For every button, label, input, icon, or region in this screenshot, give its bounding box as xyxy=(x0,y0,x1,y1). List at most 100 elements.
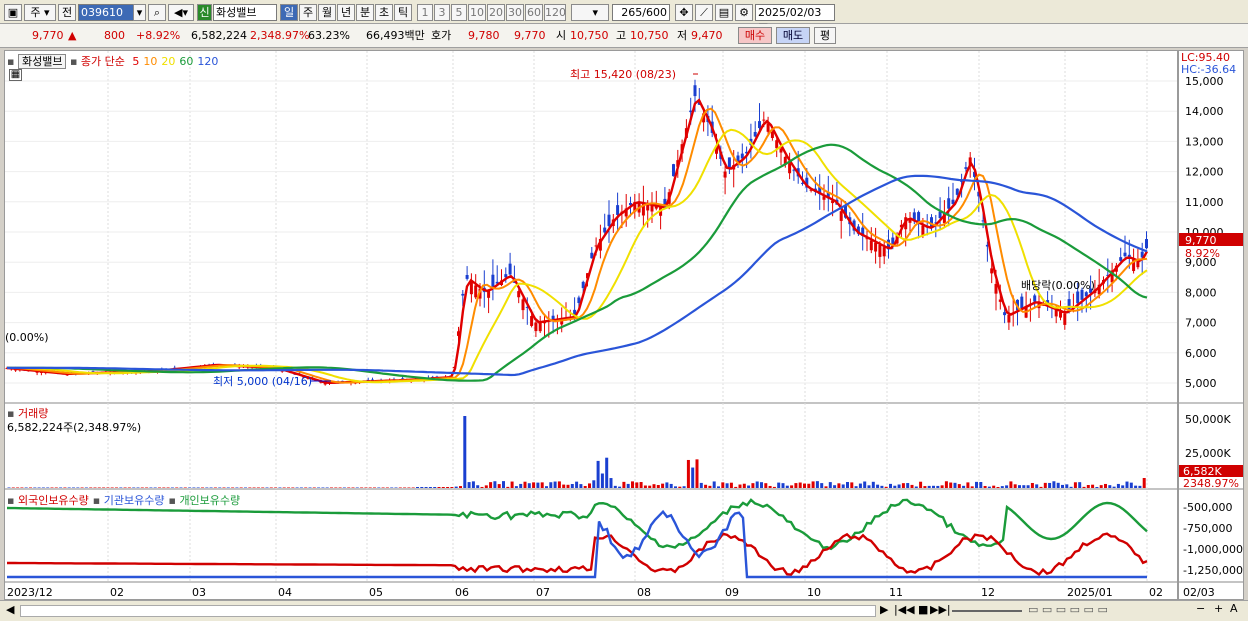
interval-3[interactable]: 년 xyxy=(337,4,355,21)
ma-legend-1[interactable]: 10 xyxy=(143,55,157,68)
volume-bar xyxy=(158,487,161,488)
zoom-slider[interactable] xyxy=(952,610,1022,612)
window-icon[interactable]: ▣ xyxy=(4,4,22,21)
volume-bar xyxy=(910,484,914,488)
candle-body xyxy=(1054,309,1058,317)
buy-button[interactable]: 매수 xyxy=(738,27,772,44)
tick-button-2[interactable]: 5 xyxy=(451,4,467,21)
tick-button-3[interactable]: 10 xyxy=(468,4,486,21)
tick-button-5[interactable]: 30 xyxy=(506,4,524,21)
volume-bar xyxy=(312,487,316,488)
zoom-out-icon[interactable]: − xyxy=(1196,602,1205,615)
tick-button-6[interactable]: 60 xyxy=(525,4,543,21)
volume-bar xyxy=(1048,482,1052,488)
ma-line-120 xyxy=(7,174,1148,377)
high-label: 고 xyxy=(616,29,627,42)
tick-button-7[interactable]: 120 xyxy=(544,4,566,21)
auto-icon[interactable]: A xyxy=(1230,602,1238,615)
unit-dropdown[interactable]: ▾ xyxy=(571,4,609,21)
chart-area[interactable]: 2023/12 02 03 04 05 06 07 08 09 10 11 12 2025/01 02 ▪… xyxy=(4,50,1178,600)
eval-button[interactable]: 평 xyxy=(814,27,836,44)
name-tag[interactable]: 화성밸브 xyxy=(17,54,67,69)
volume-bar xyxy=(213,487,217,488)
volume-bar xyxy=(1013,484,1017,488)
stock-name-field[interactable]: 화성밸브 xyxy=(213,4,277,21)
interval-4[interactable]: 분 xyxy=(356,4,374,21)
search-icon[interactable]: ⌕ xyxy=(148,4,166,21)
ma-legend-4[interactable]: 120 xyxy=(197,55,218,68)
ma-legend-2[interactable]: 20 xyxy=(161,55,175,68)
volume-bar xyxy=(553,481,557,488)
volume-bar xyxy=(588,483,591,488)
stop-icon[interactable]: ■ xyxy=(918,603,928,616)
tick-button-4[interactable]: 20 xyxy=(487,4,505,21)
holding-tick: -750,000 xyxy=(1183,522,1232,535)
interval-0[interactable]: 일 xyxy=(280,4,298,21)
market-button[interactable]: 전 xyxy=(58,4,76,21)
speaker-icon[interactable]: ◀▾ xyxy=(168,4,194,21)
candle-body xyxy=(1123,252,1127,257)
forward-icon[interactable]: ▶▶| xyxy=(930,603,951,616)
volume-bar xyxy=(424,487,428,488)
menu-icon[interactable]: ▪ xyxy=(70,55,77,68)
layout-icons[interactable]: ▭ ▭ ▭ ▭ ▭ ▭ xyxy=(1028,603,1108,616)
volume-bar xyxy=(807,483,811,488)
volume-bar xyxy=(975,481,978,488)
price-tick: 8,000 xyxy=(1185,286,1217,299)
volume-bar xyxy=(626,483,630,488)
tick-button-0[interactable]: 1 xyxy=(417,4,433,21)
volume-bar xyxy=(484,485,488,488)
interval-5[interactable]: 초 xyxy=(375,4,393,21)
indicator-label[interactable]: 종가 단순 xyxy=(81,55,125,68)
holding-series-2[interactable]: 개인보유수량 xyxy=(179,494,240,507)
volume-bar xyxy=(7,487,11,488)
volume-bar xyxy=(437,487,441,488)
interval-6[interactable]: 틱 xyxy=(394,4,412,21)
volume-bar xyxy=(321,487,325,488)
draw-line-icon[interactable]: ⟋ xyxy=(695,4,713,21)
volume-bar xyxy=(1009,481,1013,488)
scroll-right-icon[interactable]: ▶ xyxy=(880,603,888,616)
ma-legend-3[interactable]: 60 xyxy=(179,55,193,68)
volume-bar xyxy=(790,485,794,488)
volume-bar xyxy=(209,487,213,488)
date-field[interactable]: 2025/02/03 ▦ xyxy=(755,4,835,34)
volume-bar xyxy=(514,486,518,488)
gear-icon[interactable]: ⚙ xyxy=(735,4,753,21)
zoom-in-icon[interactable]: + xyxy=(1214,602,1223,615)
scroll-left-icon[interactable]: ◀ xyxy=(6,603,14,616)
volume-bar xyxy=(1121,485,1125,488)
ma-legend-0[interactable]: 5 xyxy=(132,55,139,68)
price-axis[interactable]: LC:95.40 HC:-36.64 15,000 14,000 13,000 12,00… xyxy=(1178,50,1244,600)
period-select[interactable]: 주 ▾ xyxy=(24,4,56,21)
count-field[interactable]: 265/600 xyxy=(612,4,670,21)
volume-bar xyxy=(41,487,45,488)
interval-1[interactable]: 주 xyxy=(299,4,317,21)
rewind-icon[interactable]: |◀◀ xyxy=(894,603,915,616)
scrollbar[interactable] xyxy=(20,605,876,617)
volume-bar xyxy=(54,487,58,488)
candle-body xyxy=(955,188,959,195)
holding-series-1[interactable]: 기관보유수량 xyxy=(104,494,165,507)
menu-icon[interactable]: ▪ xyxy=(7,55,14,68)
left-note: (0.00%) xyxy=(5,331,49,344)
holding-series-0[interactable]: 외국인보유수량 xyxy=(18,494,89,507)
x-axis-label: 09 xyxy=(725,586,739,599)
volume-bar xyxy=(72,487,75,488)
current-price-label: 9,770 xyxy=(1185,234,1217,247)
chevron-down-icon[interactable]: ▾ xyxy=(133,4,146,21)
menu-icon[interactable]: ▪ xyxy=(168,494,179,507)
menu-icon[interactable]: ▪ xyxy=(7,494,18,507)
volume-bar xyxy=(355,487,359,488)
volume-bar xyxy=(751,483,755,488)
crosshair-icon[interactable]: ✥ xyxy=(675,4,693,21)
grid-icon[interactable]: ▦ xyxy=(9,69,22,81)
sell-button[interactable]: 매도 xyxy=(776,27,810,44)
volume-bar xyxy=(570,483,574,488)
menu-icon[interactable]: ▪ xyxy=(93,494,104,507)
volume-bar xyxy=(1078,482,1082,488)
volume-bar xyxy=(944,481,948,488)
save-icon[interactable]: ▤ xyxy=(715,4,733,21)
interval-2[interactable]: 월 xyxy=(318,4,336,21)
tick-button-1[interactable]: 3 xyxy=(434,4,450,21)
